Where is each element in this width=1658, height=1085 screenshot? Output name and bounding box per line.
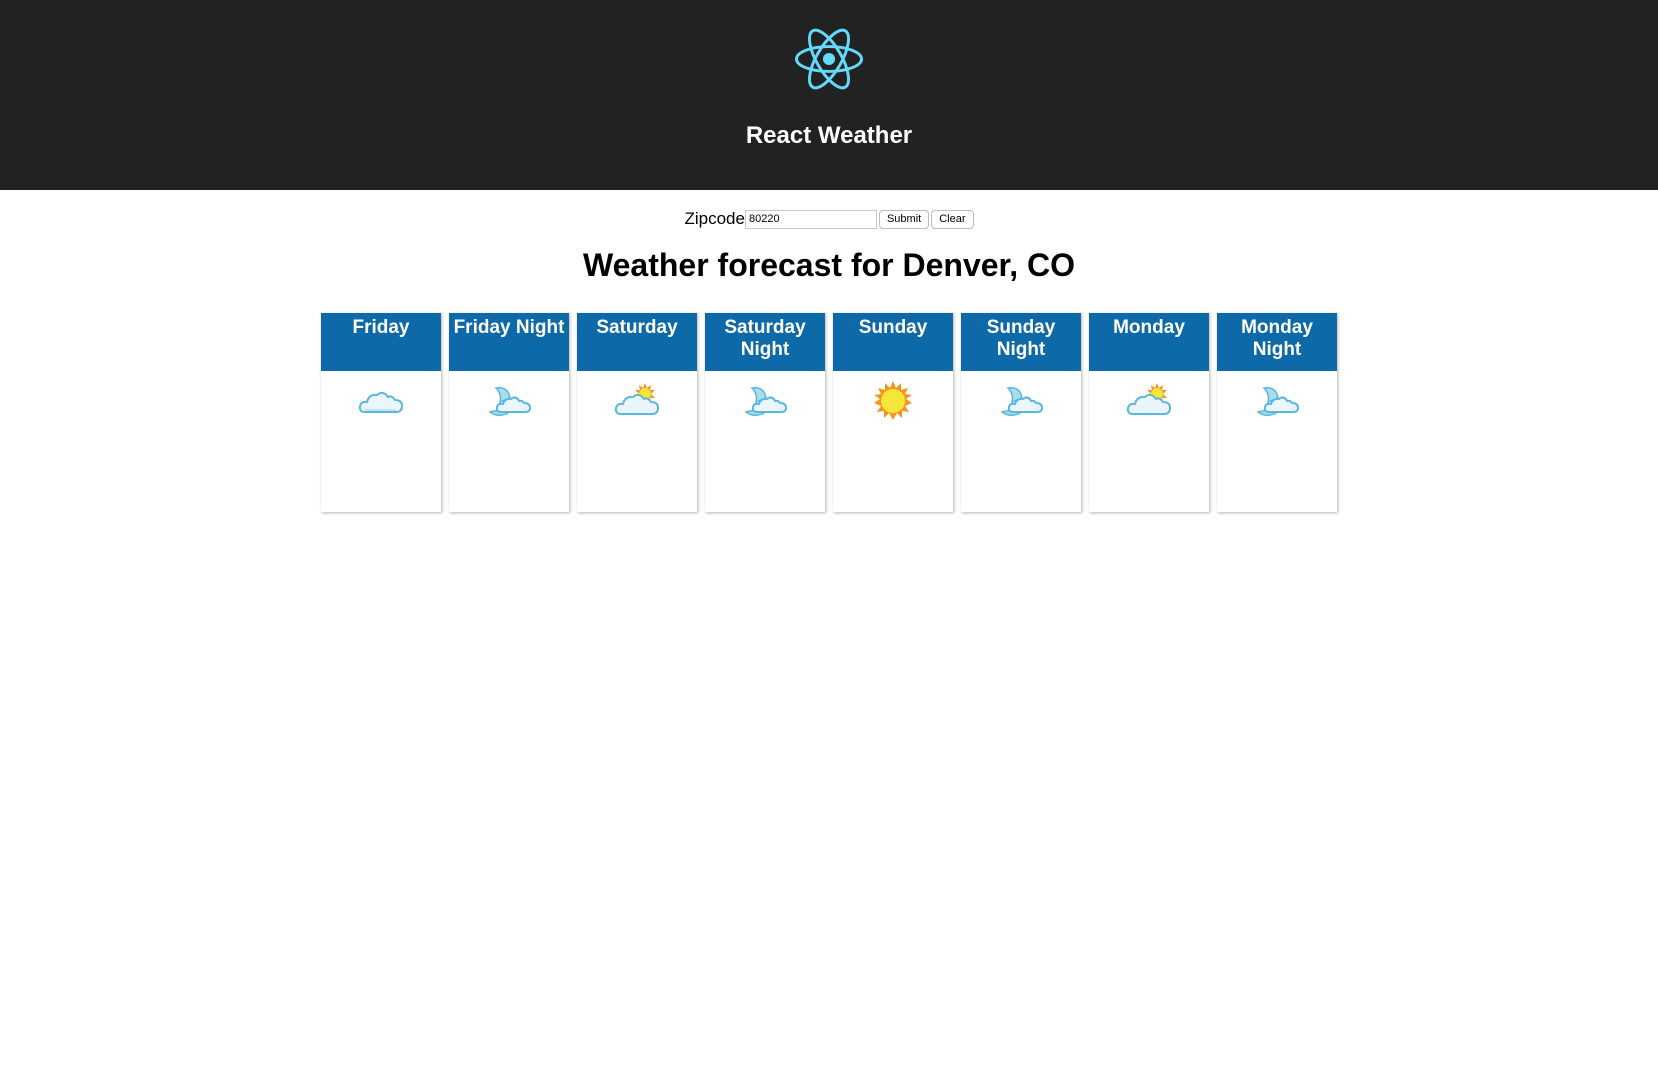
forecast-card: Monday [1089,313,1209,512]
react-atom-icon [795,28,863,90]
zipcode-input[interactable] [744,209,877,229]
app-header: React Weather [0,0,1658,190]
sunny-icon [833,371,953,431]
forecast-card: Monday Night [1217,313,1337,512]
zipcode-label: Zipcode [684,209,745,228]
forecast-period-name: Monday [1089,313,1209,371]
forecast-period-name: Friday Night [449,313,569,371]
forecast-card: Sunday Night [961,313,1081,512]
partly-cloudy-night-icon [449,371,569,431]
forecast-period-name: Monday Night [1217,313,1337,371]
clear-button[interactable]: Clear [931,209,974,229]
forecast-title: Weather forecast for Denver, CO [582,247,1075,283]
forecast-card: Saturday Night [705,313,825,512]
partly-sunny-icon [577,371,697,431]
forecast-cards: Friday Friday Night Saturday Saturday Ni… [321,313,1337,512]
forecast-period-name: Saturday Night [705,313,825,371]
partly-sunny-icon [1089,371,1209,431]
app-title: React Weather [745,122,913,149]
forecast-card: Friday Night [449,313,569,512]
cloudy-icon [321,371,441,431]
partly-cloudy-night-icon [705,371,825,431]
forecast-period-name: Saturday [577,313,697,371]
forecast-period-name: Friday [321,313,441,371]
partly-cloudy-night-icon [961,371,1081,431]
forecast-card: Sunday [833,313,953,512]
forecast-period-name: Sunday [833,313,953,371]
forecast-card: Friday [321,313,441,512]
submit-button[interactable]: Submit [878,209,930,229]
forecast-period-name: Sunday Night [961,313,1081,371]
partly-cloudy-night-icon [1217,371,1337,431]
forecast-card: Saturday [577,313,697,512]
zipcode-form: Zipcode Submit Clear [0,209,1658,229]
